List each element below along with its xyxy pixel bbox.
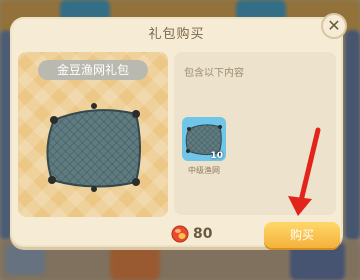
buy-button[interactable]: 购买 (264, 222, 340, 248)
gold-bean-icon (171, 225, 189, 243)
item-quantity: 10 (210, 151, 223, 161)
fishing-net-icon (46, 103, 141, 192)
item-slot[interactable]: 10 (182, 117, 226, 161)
contents-label: 包含以下内容 (184, 68, 244, 79)
price-value: 80 (193, 226, 213, 242)
close-icon: ✕ (327, 16, 341, 35)
dialog-title: 礼包购买 (148, 27, 205, 42)
item-name: 中级渔网 (188, 166, 220, 175)
close-button[interactable]: ✕ (321, 13, 347, 39)
pack-preview-panel: 金豆渔网礼包 (18, 52, 168, 217)
gift-pack-purchase-dialog: 礼包购买 ✕ 金豆渔网礼包 包含以下内容 10 中级渔网 80 购买 (10, 13, 347, 248)
pack-name-label: 金豆渔网礼包 (38, 60, 148, 80)
pack-contents-panel: 包含以下内容 10 中级渔网 (174, 52, 336, 215)
